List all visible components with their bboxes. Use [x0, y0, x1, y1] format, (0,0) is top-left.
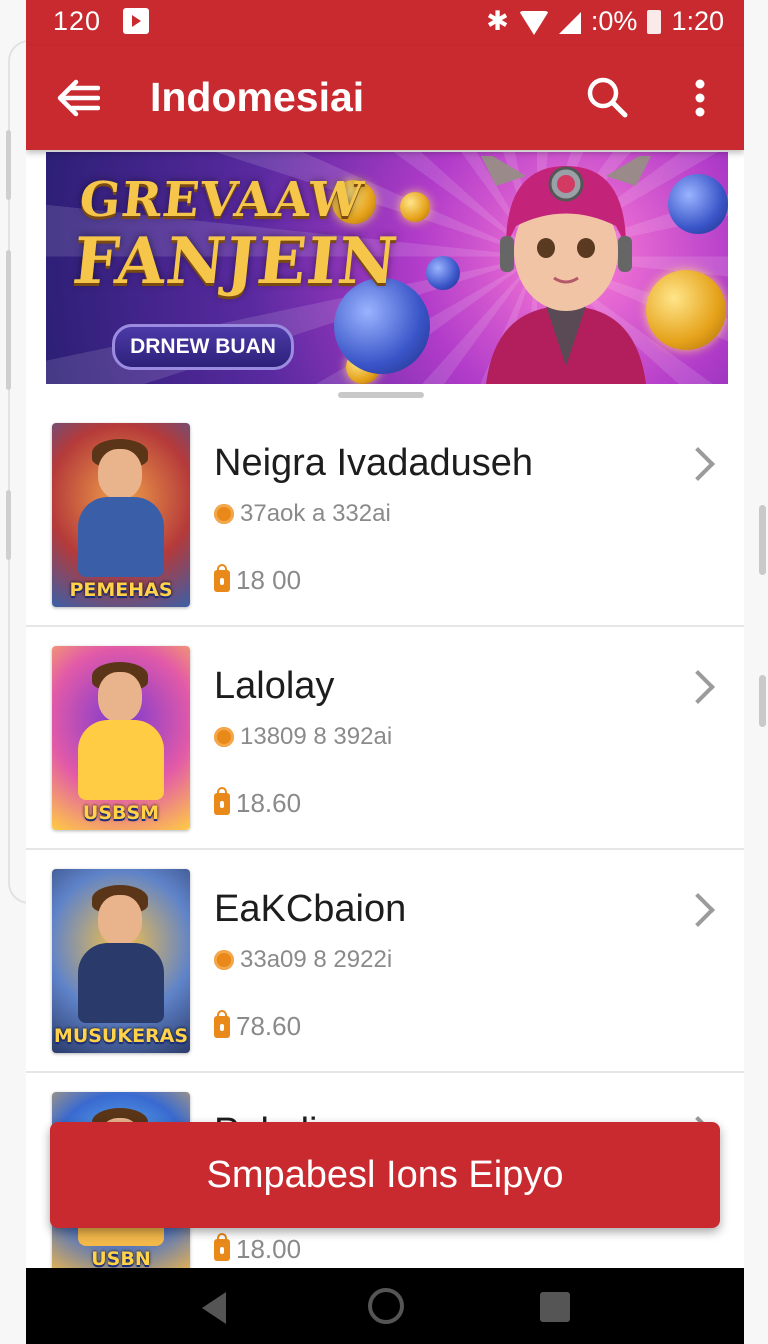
battery-icon: [647, 9, 662, 34]
more-vert-icon[interactable]: [690, 76, 710, 122]
game-subtitle: 13809 8 392ai: [240, 723, 393, 750]
app-bar: Indomesiai: [26, 46, 744, 150]
primary-action-button[interactable]: Smpabesl Ions Eipyo: [50, 1122, 720, 1228]
game-title: EaKCbaion: [214, 888, 407, 930]
chevron-right-icon: [681, 893, 715, 927]
wifi-icon: [518, 10, 549, 35]
game-title: Lalolay: [214, 665, 335, 707]
side-button: [6, 130, 11, 200]
game-price-row: 78.60: [214, 1009, 302, 1042]
banner-headline: GREVAAW FANJEIN: [69, 172, 407, 299]
thumbnail-figure-body: [78, 720, 164, 800]
list-item[interactable]: PEMEHAS Neigra Ιvadaduseh 37aok a 332ai …: [26, 404, 744, 627]
drag-handle[interactable]: [338, 392, 424, 398]
banner-button[interactable]: DRNEW BUAN: [112, 324, 294, 370]
list-item[interactable]: MUSUKERAS EaKCbaion 33a09 8 2922i 78.60: [26, 850, 744, 1073]
game-thumbnail: USBSM: [52, 646, 190, 830]
screen: 120 ✱ :0% 1:20 Indomesiai GREVAAW FANJEI…: [26, 0, 744, 1344]
status-time-left: 120: [53, 6, 102, 36]
gear-icon: [214, 504, 234, 524]
status-time-right: 1:20: [671, 6, 724, 36]
gem-orb-icon: [426, 256, 460, 290]
game-thumbnail: MUSUKERAS: [52, 869, 190, 1053]
thumbnail-figure-head: [98, 449, 142, 499]
nav-back-icon[interactable]: [202, 1292, 226, 1324]
list-item[interactable]: USBSM Lalolay 13809 8 392ai 18.60: [26, 627, 744, 850]
gem-orb-icon: [668, 174, 728, 234]
banner-headline-line2: FANJEIN: [69, 224, 402, 299]
game-price: 18 00: [236, 565, 302, 595]
coin-icon: [400, 192, 430, 222]
side-button: [6, 250, 11, 390]
phone-right-edge: [744, 0, 768, 1344]
thumbnail-figure-head: [98, 672, 142, 722]
battery-percent: :0%: [590, 6, 638, 36]
page-title: Indomesiai: [150, 74, 365, 120]
game-price-row: 18.60: [214, 786, 302, 819]
game-price: 78.60: [236, 1011, 302, 1041]
game-subtitle: 37aok a 332ai: [240, 500, 391, 527]
nav-home-icon[interactable]: [368, 1288, 404, 1324]
lock-icon: [214, 1009, 230, 1038]
chevron-right-icon: [681, 447, 715, 481]
status-right-group: ✱ :0% 1:20: [486, 6, 724, 37]
game-subtitle-row: 13809 8 392ai: [214, 723, 392, 751]
thumbnail-caption: MUSUKERAS: [53, 1025, 189, 1047]
game-title: Neigra Ιvadaduseh: [214, 442, 533, 484]
thumbnail-figure-head: [98, 895, 142, 945]
lock-icon: [214, 563, 230, 592]
thumbnail-caption: PEMEHAS: [69, 579, 173, 601]
system-nav-bar: [26, 1268, 744, 1344]
banner-headline-line1: GREVAAW: [76, 172, 367, 228]
lock-icon: [214, 1232, 230, 1261]
game-price-row: 18 00: [214, 563, 302, 596]
thumbnail-figure-body: [78, 497, 164, 577]
thumbnail-caption: USBSM: [82, 802, 160, 824]
thumbnail-figure-body: [78, 943, 164, 1023]
promo-banner[interactable]: GREVAAW FANJEIN DRNEW BUAN: [46, 152, 728, 384]
banner-character: [466, 152, 666, 384]
game-subtitle: 33a09 8 2922i: [240, 946, 393, 973]
lock-icon: [214, 786, 230, 815]
side-button: [759, 505, 766, 575]
thumbnail-caption: USBN: [91, 1248, 151, 1270]
search-icon[interactable]: [584, 74, 630, 120]
game-subtitle-row: 33a09 8 2922i: [214, 946, 392, 974]
game-thumbnail: PEMEHAS: [52, 423, 190, 607]
game-price: 18.60: [236, 788, 302, 818]
game-subtitle-row: 37aok a 332ai: [214, 500, 391, 528]
game-price-row: 18.00: [214, 1232, 302, 1265]
gear-icon: [214, 727, 234, 747]
status-bar: 120 ✱ :0% 1:20: [26, 0, 744, 46]
bluetooth-icon: ✱: [486, 6, 509, 36]
nav-recents-icon[interactable]: [540, 1292, 570, 1322]
side-button: [6, 490, 11, 560]
gear-icon: [214, 950, 234, 970]
play-notification-icon: [123, 8, 149, 34]
back-arrow-icon[interactable]: [56, 78, 101, 118]
signal-icon: [558, 11, 581, 34]
phone-left-edge: [0, 0, 50, 1344]
game-price: 18.00: [236, 1234, 302, 1264]
side-button: [759, 675, 766, 727]
chevron-right-icon: [681, 670, 715, 704]
